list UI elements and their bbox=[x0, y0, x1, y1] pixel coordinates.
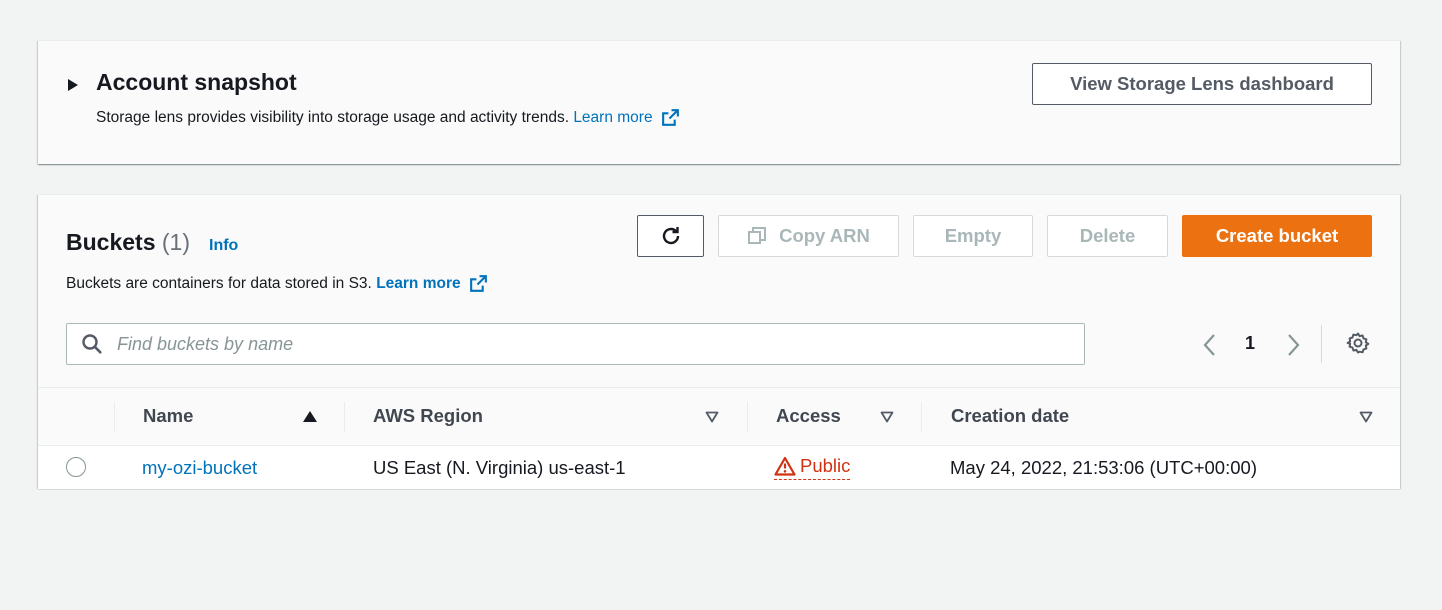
expand-caret-icon[interactable] bbox=[68, 79, 78, 91]
refresh-button[interactable] bbox=[637, 215, 704, 257]
copy-arn-label: Copy ARN bbox=[779, 225, 870, 246]
bucket-name-link[interactable]: my-ozi-bucket bbox=[142, 457, 257, 479]
external-link-icon[interactable] bbox=[660, 107, 681, 128]
search-input[interactable] bbox=[117, 333, 1017, 355]
column-header-creation-date[interactable]: Creation date bbox=[951, 405, 1069, 427]
warning-icon bbox=[774, 456, 796, 476]
buckets-description: Buckets are containers for data stored i… bbox=[66, 273, 489, 294]
copy-arn-button[interactable]: Copy ARN bbox=[718, 215, 899, 257]
column-header-region[interactable]: AWS Region bbox=[373, 405, 483, 427]
search-box bbox=[66, 323, 1085, 365]
sort-descending-icon[interactable] bbox=[1359, 411, 1373, 423]
view-storage-lens-dashboard-button[interactable]: View Storage Lens dashboard bbox=[1032, 63, 1372, 105]
access-status-text: Public bbox=[800, 455, 851, 476]
column-separator bbox=[344, 402, 345, 432]
sort-descending-icon[interactable] bbox=[705, 411, 719, 423]
account-snapshot-panel: Account snapshot Storage lens provides v… bbox=[38, 40, 1400, 164]
column-separator bbox=[921, 402, 922, 432]
column-header-access[interactable]: Access bbox=[776, 405, 841, 427]
refresh-icon bbox=[662, 227, 679, 245]
next-page-icon[interactable] bbox=[1284, 332, 1302, 358]
current-page-number[interactable]: 1 bbox=[1245, 333, 1255, 354]
buckets-description-text: Buckets are containers for data stored i… bbox=[66, 274, 372, 292]
external-link-icon[interactable] bbox=[468, 273, 489, 294]
info-link[interactable]: Info bbox=[209, 237, 238, 255]
column-header-name[interactable]: Name bbox=[143, 405, 193, 427]
buckets-title: Buckets (1) bbox=[66, 229, 190, 256]
table-header: Name AWS Region Access Creation date bbox=[38, 387, 1400, 445]
access-status[interactable]: Public bbox=[774, 455, 851, 480]
row-select-radio[interactable] bbox=[66, 457, 86, 477]
previous-page-icon[interactable] bbox=[1201, 332, 1219, 358]
snapshot-description-text: Storage lens provides visibility into st… bbox=[96, 108, 569, 126]
column-separator bbox=[747, 402, 748, 432]
empty-button[interactable]: Empty bbox=[913, 215, 1033, 257]
buckets-title-text: Buckets bbox=[66, 229, 156, 255]
snapshot-title[interactable]: Account snapshot bbox=[96, 69, 297, 96]
table-row[interactable]: my-ozi-bucket US East (N. Virginia) us-e… bbox=[38, 445, 1400, 489]
pager-divider bbox=[1321, 325, 1322, 363]
bucket-region: US East (N. Virginia) us-east-1 bbox=[373, 457, 626, 478]
copy-icon bbox=[748, 227, 767, 244]
settings-gear-icon[interactable] bbox=[1346, 331, 1370, 355]
delete-button[interactable]: Delete bbox=[1047, 215, 1168, 257]
buckets-panel: Buckets (1) Info Copy ARN Empty Delete C… bbox=[38, 194, 1400, 489]
snapshot-description: Storage lens provides visibility into st… bbox=[96, 107, 681, 128]
buckets-count: (1) bbox=[161, 229, 190, 255]
snapshot-learn-more-link[interactable]: Learn more bbox=[573, 109, 652, 127]
search-icon bbox=[82, 334, 102, 354]
bucket-creation-date: May 24, 2022, 21:53:06 (UTC+00:00) bbox=[950, 457, 1257, 478]
sort-descending-icon[interactable] bbox=[880, 411, 894, 423]
buckets-learn-more-link[interactable]: Learn more bbox=[376, 275, 460, 293]
column-separator bbox=[114, 402, 115, 432]
create-bucket-button[interactable]: Create bucket bbox=[1182, 215, 1372, 257]
sort-ascending-icon[interactable] bbox=[303, 411, 317, 422]
